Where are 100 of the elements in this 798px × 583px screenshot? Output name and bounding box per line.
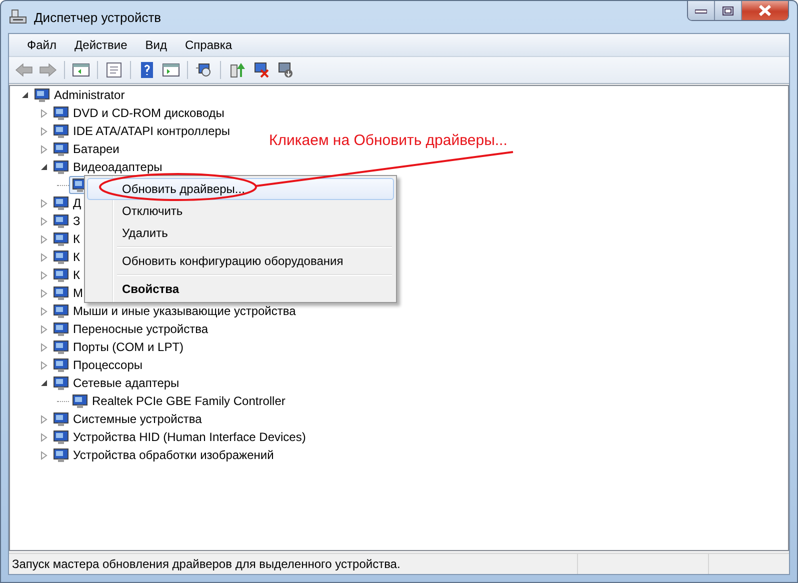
- tree-item-label: М: [73, 286, 83, 300]
- update-icon[interactable]: [228, 62, 246, 78]
- disable-device-icon[interactable]: [252, 62, 270, 78]
- tree-item-label: DVD и CD-ROM дисководы: [73, 106, 224, 120]
- collapsed-triangle-icon[interactable]: [40, 270, 48, 280]
- device-icon: [53, 412, 70, 426]
- tree-item[interactable]: Administrator: [31, 86, 128, 104]
- tree-item-label: Системные устройства: [73, 412, 202, 426]
- scan-icon[interactable]: [195, 62, 213, 78]
- help-icon[interactable]: [138, 62, 156, 78]
- collapsed-triangle-icon[interactable]: [40, 216, 48, 226]
- collapsed-triangle-icon[interactable]: [40, 198, 48, 208]
- window-title: Диспетчер устройств: [34, 10, 162, 24]
- tree-item[interactable]: Видеоадаптеры: [50, 158, 166, 176]
- minimize-icon: [695, 8, 707, 14]
- tree-item[interactable]: З: [50, 212, 84, 230]
- tree-item-label: Administrator: [54, 88, 125, 102]
- tree-item[interactable]: Устройства HID (Human Interface Devices): [50, 428, 309, 446]
- tree-item-label: Устройства обработки изображений: [73, 448, 274, 462]
- menu-item[interactable]: Справка: [176, 38, 242, 52]
- collapsed-triangle-icon[interactable]: [40, 324, 48, 334]
- collapsed-triangle-icon[interactable]: [40, 108, 48, 118]
- maximize-icon: [722, 6, 734, 16]
- tree-item[interactable]: Устройства обработки изображений: [50, 446, 277, 464]
- computer-icon: [9, 8, 27, 26]
- collapsed-triangle-icon[interactable]: [40, 432, 48, 442]
- tree-item[interactable]: Сетевые адаптеры: [50, 374, 182, 392]
- annotation-text: Кликаем на Обновить драйверы...: [269, 132, 508, 149]
- tree-item[interactable]: Батареи: [50, 140, 122, 158]
- tree-item-label: З: [73, 214, 80, 228]
- collapsed-triangle-icon[interactable]: [40, 306, 48, 316]
- collapsed-triangle-icon[interactable]: [40, 126, 48, 136]
- tree-item[interactable]: Мыши и иные указывающие устройства: [50, 302, 299, 320]
- collapsed-triangle-icon[interactable]: [40, 414, 48, 424]
- expanded-triangle-icon[interactable]: [40, 162, 48, 172]
- device-icon: [53, 430, 70, 444]
- tree-item-label: К: [73, 268, 80, 282]
- collapsed-triangle-icon[interactable]: [40, 288, 48, 298]
- menu-item[interactable]: Действие: [66, 38, 136, 52]
- menu-item[interactable]: Вид: [136, 38, 176, 52]
- tree-item-label: Сетевые адаптеры: [73, 376, 180, 390]
- uninstall-icon[interactable]: [276, 62, 294, 78]
- tree-item-label: Переносные устройства: [73, 322, 208, 336]
- tree-item[interactable]: IDE ATA/ATAPI контроллеры: [50, 122, 234, 140]
- device-icon: [53, 340, 70, 354]
- collapsed-triangle-icon[interactable]: [40, 360, 48, 370]
- collapsed-triangle-icon[interactable]: [40, 234, 48, 244]
- tree-item[interactable]: Д: [50, 194, 84, 212]
- tree-item-label: Мыши и иные указывающие устройства: [73, 304, 296, 318]
- tree-item[interactable]: Системные устройства: [50, 410, 205, 428]
- context-menu-item[interactable]: Отключить: [87, 200, 394, 222]
- close-icon: [758, 5, 772, 16]
- context-menu-item[interactable]: Свойства: [87, 278, 394, 300]
- expanded-triangle-icon[interactable]: [21, 90, 29, 100]
- tree-item[interactable]: DVD и CD-ROM дисководы: [50, 104, 228, 122]
- maximize-button[interactable]: [715, 1, 742, 20]
- collapsed-triangle-icon[interactable]: [40, 252, 48, 262]
- tree-item[interactable]: К: [50, 266, 83, 284]
- collapsed-triangle-icon[interactable]: [40, 450, 48, 460]
- tree-item[interactable]: К: [50, 230, 83, 248]
- tree-item-label: Устройства HID (Human Interface Devices): [73, 430, 306, 444]
- minimize-button[interactable]: [688, 1, 715, 20]
- device-icon: [53, 358, 70, 372]
- tree-item[interactable]: М: [50, 284, 86, 302]
- device-icon: [53, 160, 70, 174]
- context-menu-item[interactable]: Обновить драйверы...: [87, 178, 394, 200]
- device-icon: [34, 88, 51, 102]
- properties-icon[interactable]: [105, 62, 123, 78]
- device-icon: [53, 376, 70, 390]
- tree-item-label: Порты (COM и LPT): [73, 340, 184, 354]
- collapsed-triangle-icon[interactable]: [40, 144, 48, 154]
- tree-item[interactable]: Процессоры: [50, 356, 146, 374]
- device-icon: [53, 250, 70, 264]
- device-icon: [53, 142, 70, 156]
- device-icon: [53, 448, 70, 462]
- device-icon: [53, 268, 70, 282]
- device-icon: [53, 124, 70, 138]
- tree-item-label: Д: [73, 196, 82, 210]
- tree-item[interactable]: Порты (COM и LPT): [50, 338, 187, 356]
- tree-item-label: К: [73, 250, 80, 264]
- tree-item[interactable]: Realtek PCIe GBE Family Controller: [69, 392, 288, 410]
- status-text: Запуск мастера обновления драйверов для выделенного устройства.: [11, 557, 402, 571]
- context-menu-item[interactable]: Обновить конфигурацию оборудования: [87, 250, 394, 272]
- expanded-triangle-icon[interactable]: [40, 378, 48, 388]
- tree-item-label: Realtek PCIe GBE Family Controller: [92, 394, 286, 408]
- close-button[interactable]: [742, 1, 788, 20]
- panel-icon[interactable]: [72, 62, 90, 78]
- tree-item-label: IDE ATA/ATAPI контроллеры: [73, 124, 230, 138]
- tree-item[interactable]: К: [50, 248, 83, 266]
- collapsed-triangle-icon[interactable]: [40, 342, 48, 352]
- device-icon: [53, 106, 70, 120]
- tree-item-label: Батареи: [73, 142, 120, 156]
- panel-icon[interactable]: [162, 62, 180, 78]
- device-icon: [53, 232, 70, 246]
- device-icon: [53, 214, 70, 228]
- device-icon: [72, 394, 89, 408]
- context-menu-item[interactable]: Удалить: [87, 222, 394, 244]
- tree-item[interactable]: Переносные устройства: [50, 320, 212, 338]
- tree-item-label: Процессоры: [73, 358, 142, 372]
- menu-item[interactable]: Файл: [18, 38, 66, 52]
